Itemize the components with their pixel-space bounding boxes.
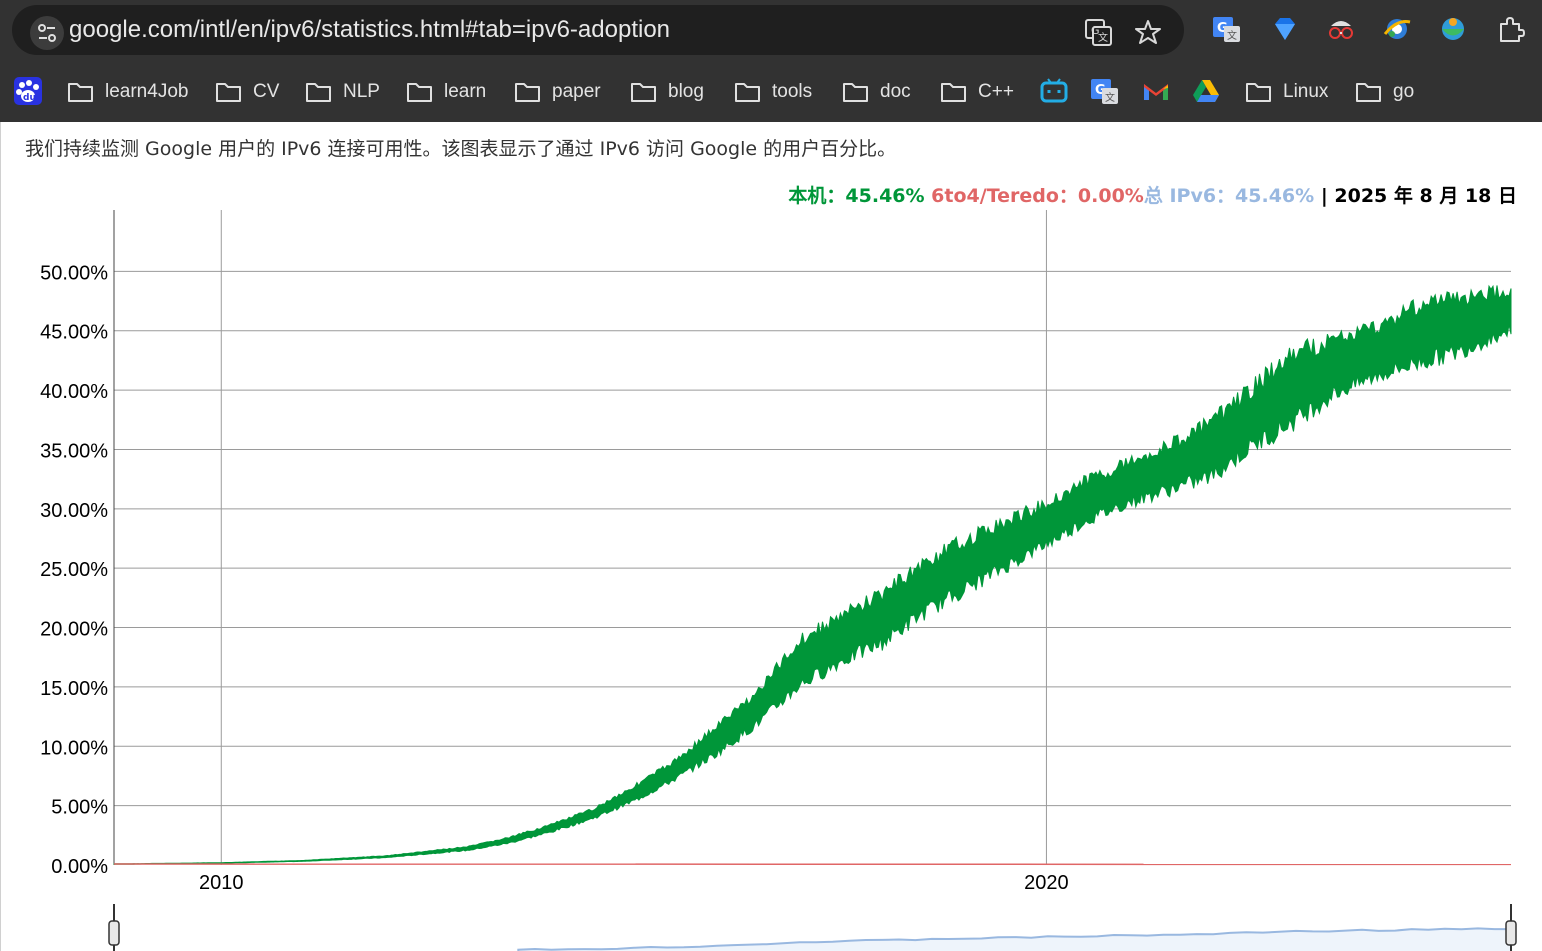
svg-text:文: 文 [1105, 91, 1115, 104]
range-end-handle[interactable] [1505, 904, 1517, 951]
bookmark-folder-cpp[interactable]: C++ [940, 77, 1014, 107]
ipv6-adoption-chart[interactable]: 0.00% 5.00% 10.00% 15.00% 20.00% 25.00% 30.00%… [1, 122, 1542, 951]
bookmark-label: paper [552, 81, 601, 102]
folder-icon [941, 83, 966, 102]
y-tick-label: 20.00% [40, 619, 108, 641]
bookmark-folder-tools[interactable]: tools [734, 77, 812, 107]
google-translate-icon[interactable]: G 文 [1090, 76, 1120, 106]
folder-icon [843, 83, 868, 102]
y-tick-label: 35.00% [40, 440, 108, 462]
bookmark-label: CV [253, 81, 280, 102]
bookmark-label: doc [880, 81, 911, 102]
bookmark-folder-paper[interactable]: paper [514, 77, 601, 107]
folder-icon [216, 83, 241, 102]
bookmark-folder-go[interactable]: go [1355, 77, 1414, 107]
x-tick-label: 2020 [1024, 872, 1069, 894]
bookmark-folder-linux[interactable]: Linux [1245, 77, 1328, 107]
globe-bowl-icon[interactable] [1438, 14, 1468, 44]
bookmark-label: learn4Job [105, 81, 189, 102]
bookmark-label: NLP [343, 81, 380, 102]
tune-icon [38, 24, 56, 42]
bookmark-folder-nlp[interactable]: NLP [305, 77, 380, 107]
bilibili-icon[interactable] [1039, 76, 1069, 106]
bookmarks-bar: du learn4Job CV NLP learn paper blog too… [0, 62, 1542, 123]
folder-icon [631, 83, 656, 102]
bookmark-folder-learn4job[interactable]: learn4Job [67, 77, 188, 107]
x-tick-label: 2010 [199, 872, 244, 894]
bookmark-label: blog [668, 81, 704, 102]
y-tick-label: 25.00% [40, 559, 108, 581]
y-tick-label: 15.00% [40, 678, 108, 700]
bookmark-folder-doc[interactable]: doc [842, 77, 911, 107]
bookmark-label: Linux [1283, 81, 1329, 102]
baidu-icon[interactable]: du [13, 76, 43, 106]
browser-toolbar: google.com/intl/en/ipv6/statistics.html#… [0, 0, 1542, 62]
y-tick-label: 40.00% [40, 381, 108, 403]
svg-text:文: 文 [1098, 31, 1108, 44]
svg-text:文: 文 [1227, 29, 1237, 42]
page-content: 我们持续监测 Google 用户的 IPv6 连接可用性。该图表显示了通过 IP… [0, 122, 1542, 951]
site-info-button[interactable] [30, 16, 64, 50]
y-tick-label: 0.00% [51, 856, 108, 878]
handle-grip [108, 920, 120, 946]
folder-icon [1246, 83, 1271, 102]
bookmark-folder-learn[interactable]: learn [406, 77, 486, 107]
folder-icon [407, 83, 432, 102]
folder-icon [1356, 83, 1381, 102]
folder-icon [306, 83, 331, 102]
puzzle-icon[interactable] [1496, 14, 1526, 44]
y-tick-label: 45.00% [40, 322, 108, 344]
bookmark-folder-cv[interactable]: CV [215, 77, 279, 107]
bookmark-label: C++ [978, 81, 1014, 102]
series-native-area [113, 284, 1512, 865]
folder-icon [735, 83, 760, 102]
google-translate-icon[interactable]: G 文 [1212, 14, 1242, 44]
star-icon[interactable] [1133, 17, 1163, 47]
bookmark-label: learn [444, 81, 487, 102]
y-tick-label: 30.00% [40, 500, 108, 522]
y-tick-label: 5.00% [51, 797, 108, 819]
google-drive-icon[interactable] [1191, 76, 1221, 106]
address-bar[interactable]: google.com/intl/en/ipv6/statistics.html#… [12, 5, 1184, 55]
folder-icon [515, 83, 540, 102]
gmail-icon[interactable] [1141, 76, 1171, 106]
y-tick-label: 50.00% [40, 262, 108, 284]
ie-icon[interactable] [1382, 14, 1412, 44]
url-text[interactable]: google.com/intl/en/ipv6/statistics.html#… [69, 16, 670, 44]
bookmark-label: go [1393, 81, 1415, 102]
svg-text:du: du [23, 93, 36, 103]
gem-icon[interactable] [1270, 14, 1300, 44]
bookmark-label: tools [772, 81, 813, 102]
translate-icon[interactable]: G 文 [1083, 17, 1113, 47]
bookmark-folder-blog[interactable]: blog [630, 77, 704, 107]
y-tick-label: 10.00% [40, 737, 108, 759]
folder-icon [68, 83, 93, 102]
range-start-handle[interactable] [108, 904, 120, 951]
spy-glasses-icon[interactable] [1326, 14, 1356, 44]
handle-grip [1505, 920, 1517, 946]
